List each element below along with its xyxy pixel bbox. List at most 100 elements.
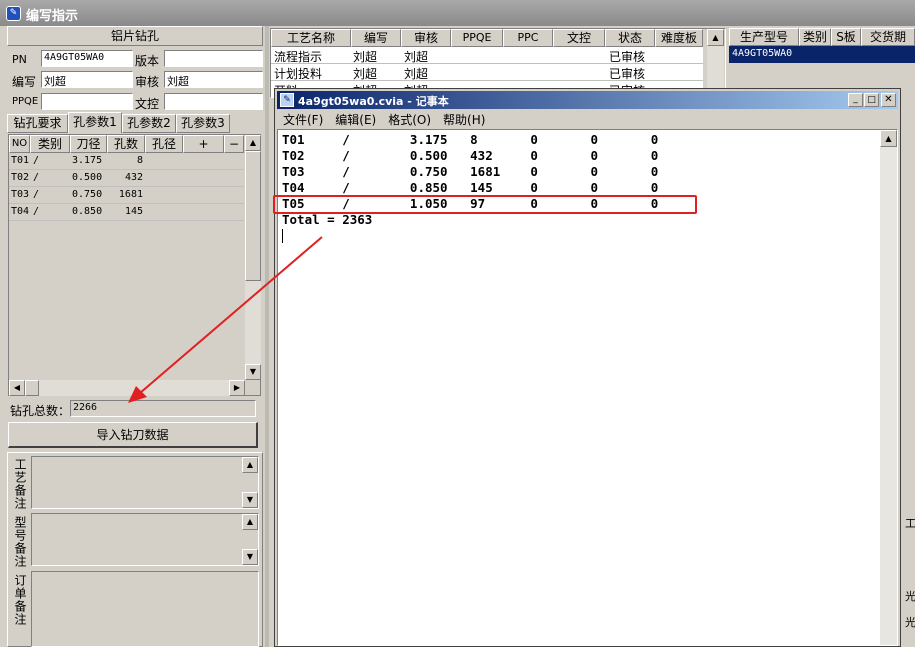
review-field[interactable]: 刘超 (164, 71, 263, 88)
import-drill-button[interactable]: 导入钻刀数据 (8, 422, 258, 448)
col-status[interactable]: 状态 (605, 29, 655, 47)
total-label: 钻孔总数： (10, 404, 71, 418)
cell-no: T02 (11, 172, 30, 183)
col-type[interactable]: 类别 (30, 135, 70, 153)
left-panel: 铝片钻孔 PN 4A9GT05WA0 版本 编写 刘超 审核 刘超 PPQE 文… (4, 26, 266, 647)
process-table-vscrollbar[interactable]: ▲ (707, 29, 724, 97)
panel-splitter[interactable] (265, 26, 269, 647)
col-ppqe[interactable]: PPQE (451, 29, 503, 47)
col-author[interactable]: 编写 (351, 29, 401, 47)
hole-grid[interactable]: NO 类别 刀径 孔数 孔径 + − T01 / 3.175 8 T02 / 0… (8, 134, 261, 396)
col-label: NO (11, 138, 28, 149)
col-prod-model[interactable]: 生产型号 (729, 28, 799, 46)
col-review[interactable]: 审核 (401, 29, 451, 47)
table-row[interactable]: 计划投料 刘超 刘超 已审核 (271, 64, 703, 81)
notepad-title-bar[interactable]: ✎ 4a9gt05wa0.cvia - 记事本 _ □ ✕ (277, 91, 898, 109)
menu-file[interactable]: 文件(F) (277, 110, 329, 128)
scroll-down-button[interactable]: ▼ (245, 364, 261, 380)
scroll-up-button[interactable]: ▲ (242, 514, 258, 530)
title-bar[interactable]: ✎ 编写指示 (0, 0, 915, 26)
col-label: 生产型号 (739, 30, 788, 44)
col-label: S板 (836, 30, 856, 44)
menu-edit[interactable]: 编辑(E) (329, 110, 382, 128)
table-row[interactable]: 4A9GT05WA0 (729, 46, 915, 63)
cell-author: 刘超 (353, 50, 378, 64)
col-count[interactable]: 孔数 (107, 135, 145, 153)
text-line: T03 / 0.750 1681 0 0 0 (282, 164, 659, 179)
col-process-name[interactable]: 工艺名称 (271, 29, 351, 47)
section-header: 铝片钻孔 (7, 26, 263, 46)
cell-dia: 0.850 (72, 206, 103, 217)
notepad-window[interactable]: ✎ 4a9gt05wa0.cvia - 记事本 _ □ ✕ 文件(F) 编辑(E… (274, 88, 901, 647)
scroll-right-button[interactable]: ▶ (229, 380, 245, 396)
col-label: 类别 (802, 30, 827, 44)
cell-count: 8 (136, 155, 143, 166)
col-delivery[interactable]: 交货期 (861, 28, 915, 46)
maximize-button[interactable]: □ (864, 93, 879, 107)
section-title: 铝片钻孔 (110, 29, 159, 43)
col-difficulty[interactable]: 难度板 (655, 29, 703, 47)
order-note-field[interactable] (31, 571, 259, 647)
col-dia[interactable]: 刀径 (70, 135, 107, 153)
pn-field[interactable]: 4A9GT05WA0 (41, 50, 133, 67)
tab-label: 孔参数1 (73, 115, 117, 129)
menu-format[interactable]: 格式(O) (382, 110, 437, 128)
ppqe-field[interactable] (41, 93, 133, 110)
table-row[interactable]: T03 / 0.750 1681 (9, 187, 244, 204)
cell-no: T04 (11, 206, 30, 217)
doc-field[interactable] (164, 93, 263, 110)
grid-vscrollbar[interactable]: ▲ ▼ (245, 135, 261, 380)
close-button[interactable]: ✕ (881, 93, 896, 107)
col-ppc[interactable]: PPC (503, 29, 553, 47)
minimize-button[interactable]: _ (848, 93, 863, 107)
cell-no: T03 (11, 189, 30, 200)
col-label: 孔数 (113, 137, 138, 151)
col-plus[interactable]: + (183, 135, 224, 153)
tab-hole-param-3[interactable]: 孔参数3 (176, 114, 230, 133)
scroll-down-button[interactable]: ▼ (242, 492, 258, 508)
table-row[interactable]: T02 / 0.500 432 (9, 170, 244, 187)
col-label: 刀径 (76, 137, 101, 151)
scroll-up-button[interactable]: ▲ (707, 29, 724, 46)
col-label: + (198, 137, 209, 151)
prod-model-table[interactable]: 生产型号 类别 S板 交货期 4A9GT05WA0 (729, 28, 915, 88)
app-icon: ✎ (6, 6, 21, 21)
scroll-up-button[interactable]: ▲ (880, 130, 897, 147)
col-s-board[interactable]: S板 (831, 28, 861, 46)
notepad-vscrollbar[interactable]: ▲ (880, 130, 897, 645)
doc-label: 文控 (135, 97, 160, 111)
model-note-field[interactable]: ▲ ▼ (31, 513, 259, 566)
col-label: − (228, 137, 240, 151)
tab-hole-param-2[interactable]: 孔参数2 (122, 114, 176, 133)
notepad-title: 4a9gt05wa0.cvia - 记事本 (298, 95, 449, 108)
total-field[interactable]: 2266 (70, 400, 256, 417)
tab-hole-param-1[interactable]: 孔参数1 (68, 112, 122, 133)
col-doc[interactable]: 文控 (553, 29, 605, 47)
process-note-field[interactable]: ▲ ▼ (31, 456, 259, 509)
highlight-box (273, 195, 697, 214)
col-hole-dia[interactable]: 孔径 (145, 135, 183, 153)
author-field[interactable]: 刘超 (41, 71, 133, 88)
text-cursor (282, 229, 283, 243)
col-minus[interactable]: − (224, 135, 244, 153)
grid-hscrollbar[interactable]: ◀ ▶ (9, 380, 245, 396)
tab-label: 孔参数3 (181, 116, 225, 130)
table-row[interactable]: T04 / 0.850 145 (9, 204, 244, 221)
menu-help[interactable]: 帮助(H) (437, 110, 491, 128)
col-label: 审核 (413, 31, 438, 45)
table-row[interactable]: T01 / 3.175 8 (9, 153, 244, 170)
version-field[interactable] (164, 50, 263, 67)
edge-label: 光 (905, 590, 915, 603)
review-label: 审核 (135, 75, 160, 89)
hscroll-thumb[interactable] (25, 380, 39, 396)
order-note-label: 订单备注 (13, 574, 27, 626)
scroll-left-button[interactable]: ◀ (9, 380, 25, 396)
scroll-thumb[interactable] (245, 151, 261, 281)
scroll-up-button[interactable]: ▲ (242, 457, 258, 473)
scroll-down-button[interactable]: ▼ (242, 549, 258, 565)
tab-drill-req[interactable]: 钻孔要求 (7, 114, 68, 133)
col-no[interactable]: NO (9, 135, 30, 153)
col-prod-type[interactable]: 类别 (799, 28, 831, 46)
scroll-up-button[interactable]: ▲ (245, 135, 261, 151)
table-row[interactable]: 流程指示 刘超 刘超 已审核 (271, 47, 703, 64)
